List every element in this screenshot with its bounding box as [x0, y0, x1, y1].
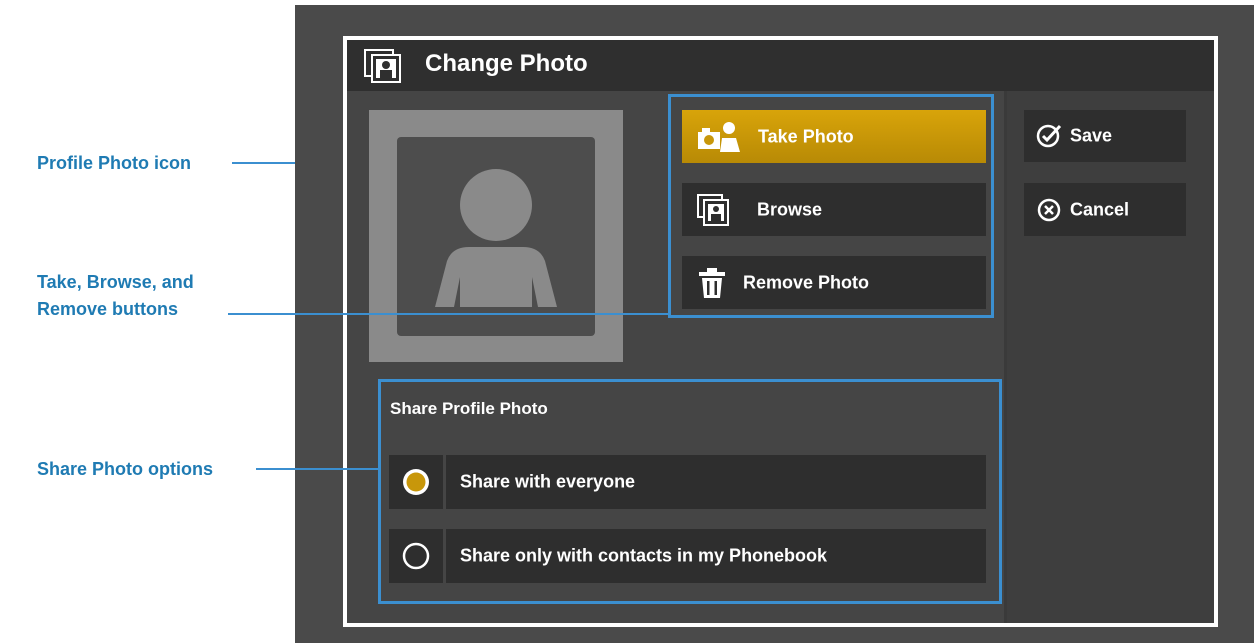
cancel-circle-icon [1037, 198, 1061, 221]
check-circle-icon [1036, 124, 1062, 148]
callout-line-share [256, 468, 380, 470]
callout-share-photo-options: Share Photo options [37, 459, 214, 479]
share-options-highlight-box [378, 379, 1002, 604]
save-label: Save [1070, 125, 1113, 146]
callout-profile-photo-icon: Profile Photo icon [37, 153, 192, 173]
callout-line-buttons [228, 313, 670, 315]
cancel-label: Cancel [1070, 199, 1130, 219]
dialog-title: Change Photo [425, 50, 588, 77]
buttons-highlight-box [668, 94, 994, 318]
cancel-button[interactable]: Cancel [1024, 183, 1186, 236]
person-silhouette-icon [435, 169, 557, 307]
panel-divider [1004, 91, 1007, 623]
callout-take-browse-remove-1: Take, Browse, and [37, 272, 194, 292]
callout-take-browse-remove-2: Remove buttons [37, 299, 179, 319]
photo-album-icon [364, 49, 401, 83]
side-button-panel [1007, 91, 1214, 623]
save-button[interactable]: Save [1024, 110, 1186, 162]
